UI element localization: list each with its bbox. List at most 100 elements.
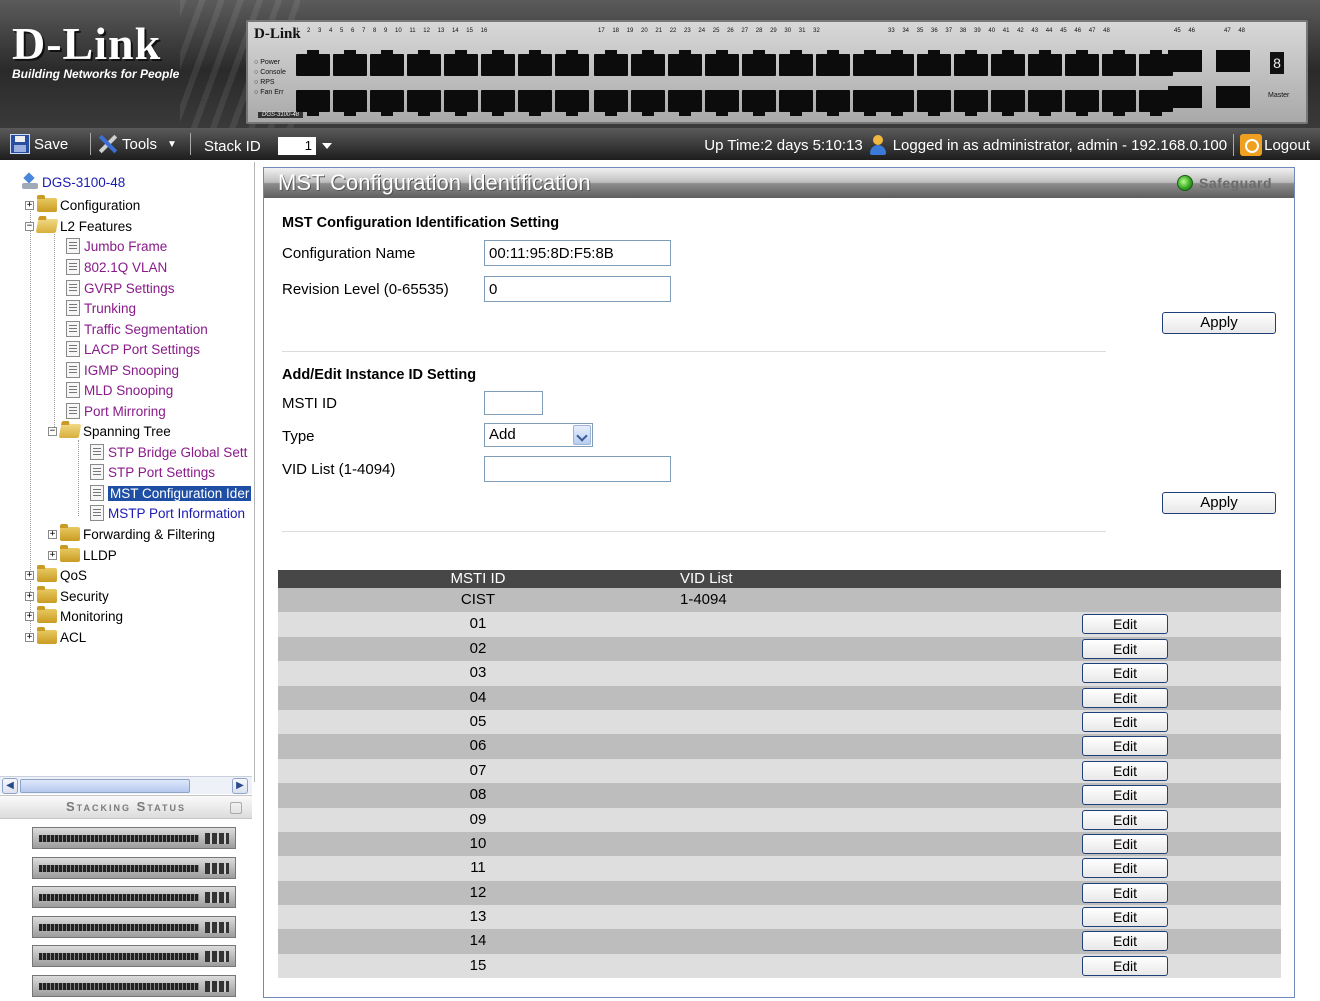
document-icon <box>66 321 80 337</box>
tree-item-stp-bridge-global[interactable]: STP Bridge Global Sett <box>90 442 247 462</box>
apply-instance-button[interactable]: Apply <box>1162 492 1276 514</box>
tree-item-igmp-snooping[interactable]: IGMP Snooping <box>66 360 179 380</box>
tools-icon <box>98 134 118 154</box>
tree-item-mstp-port-info[interactable]: MSTP Port Information <box>90 503 245 523</box>
port-jack <box>631 90 665 116</box>
expand-icon[interactable]: + <box>48 550 57 560</box>
chevron-down-icon[interactable] <box>573 425 591 445</box>
msti-id-input[interactable] <box>484 391 543 415</box>
folder-icon <box>37 195 57 212</box>
scroll-left-icon[interactable]: ◀ <box>2 778 18 794</box>
port-jack <box>1028 50 1062 76</box>
expand-icon[interactable]: + <box>25 570 34 580</box>
logout-button[interactable]: Logout <box>1240 134 1310 156</box>
scroll-right-icon[interactable]: ▶ <box>232 778 248 794</box>
tree-item-stp-port-settings[interactable]: STP Port Settings <box>90 462 215 482</box>
expand-icon[interactable]: + <box>25 591 34 601</box>
expand-icon[interactable]: + <box>25 611 34 621</box>
stack-unit[interactable] <box>32 886 236 908</box>
collapse-icon[interactable]: − <box>48 426 57 436</box>
tree-item-l2-features[interactable]: − L2 Features <box>25 216 132 236</box>
port-jack <box>481 50 515 76</box>
stack-unit[interactable] <box>32 827 236 849</box>
tree-item-mst-config-id[interactable]: MST Configuration Ider <box>90 483 252 503</box>
tree-item-security[interactable]: + Security <box>25 586 109 606</box>
vid-list-input[interactable] <box>484 456 671 482</box>
edit-button[interactable]: Edit <box>1082 833 1168 854</box>
refresh-icon[interactable] <box>230 802 242 814</box>
tree-item-acl[interactable]: + ACL <box>25 627 86 647</box>
led-rps: RPS <box>260 79 275 86</box>
expand-icon[interactable]: + <box>25 200 34 210</box>
expand-icon[interactable]: + <box>25 632 34 642</box>
uptime-text: Up Time:2 days 5:10:13 <box>704 136 863 154</box>
port-jack <box>631 50 665 76</box>
folder-icon <box>37 586 57 603</box>
tree-item-monitoring[interactable]: + Monitoring <box>25 606 123 626</box>
tree-item-gvrp[interactable]: GVRP Settings <box>66 278 175 298</box>
tree-item-traffic-segmentation[interactable]: Traffic Segmentation <box>66 319 208 339</box>
tree-label: IGMP Snooping <box>84 362 180 378</box>
port-jack <box>1065 50 1099 76</box>
tree-label: MLD Snooping <box>84 382 174 398</box>
tree-item-8021q-vlan[interactable]: 802.1Q VLAN <box>66 257 167 277</box>
stack-unit[interactable] <box>32 915 236 938</box>
tools-menu[interactable]: Tools ▼ <box>98 134 177 154</box>
tree-item-lldp[interactable]: + LLDP <box>48 545 117 565</box>
port-jack <box>816 50 850 76</box>
panel-brand: D-Link <box>254 26 301 42</box>
edit-button[interactable]: Edit <box>1082 760 1168 781</box>
toolbar: Save Tools ▼ Stack ID 1 Up Time:2 days 5… <box>0 128 1320 160</box>
type-select[interactable]: Add <box>484 423 593 447</box>
port-jack <box>816 90 850 116</box>
tree-label: MSTP Port Information <box>108 505 246 521</box>
tree-horizontal-scrollbar[interactable]: ◀ ▶ <box>0 776 252 794</box>
edit-button[interactable]: Edit <box>1082 809 1168 830</box>
collapse-icon[interactable]: − <box>25 221 34 231</box>
switch-icon <box>22 173 38 191</box>
tree-item-spanning-tree[interactable]: − Spanning Tree <box>48 421 171 441</box>
folder-icon <box>37 627 57 644</box>
save-button[interactable]: Save <box>10 134 68 154</box>
tree-item-jumbo-frame[interactable]: Jumbo Frame <box>66 236 167 256</box>
tree-item-forwarding-filtering[interactable]: + Forwarding & Filtering <box>48 524 215 544</box>
tree-item-lacp[interactable]: LACP Port Settings <box>66 339 200 359</box>
edit-button[interactable]: Edit <box>1082 931 1168 952</box>
stack-unit[interactable] <box>32 856 236 879</box>
tree-root[interactable]: DGS-3100-48 <box>22 172 125 192</box>
port-jack <box>407 90 441 116</box>
vid-list-label: VID List (1-4094) <box>282 461 396 478</box>
tree-item-port-mirroring[interactable]: Port Mirroring <box>66 401 166 421</box>
edit-button[interactable]: Edit <box>1082 955 1168 976</box>
tree-item-trunking[interactable]: Trunking <box>66 298 136 318</box>
edit-button[interactable]: Edit <box>1082 736 1168 757</box>
edit-button[interactable]: Edit <box>1082 638 1168 659</box>
tree-label: L2 Features <box>60 218 133 234</box>
stack-id-select[interactable]: 1 <box>278 136 338 156</box>
chevron-down-icon: ▼ <box>167 138 177 150</box>
combo-ports-a: 45 46 <box>1174 28 1196 34</box>
stack-unit[interactable] <box>32 974 236 997</box>
config-name-input[interactable] <box>484 240 671 266</box>
stack-unit[interactable] <box>32 945 236 967</box>
dlink-logo: D-Link Building Networks for People <box>12 21 202 82</box>
msti-id-label: MSTI ID <box>282 395 337 412</box>
folder-icon <box>37 606 57 623</box>
tree-item-configuration[interactable]: + Configuration <box>25 195 140 215</box>
edit-button[interactable]: Edit <box>1082 858 1168 879</box>
apply-button[interactable]: Apply <box>1162 312 1276 334</box>
edit-button[interactable]: Edit <box>1082 907 1168 928</box>
tree-label: Trunking <box>84 300 137 316</box>
tree-item-mld-snooping[interactable]: MLD Snooping <box>66 380 173 400</box>
edit-button[interactable]: Edit <box>1082 785 1168 806</box>
edit-button[interactable]: Edit <box>1082 882 1168 903</box>
expand-icon[interactable]: + <box>48 529 57 539</box>
edit-button[interactable]: Edit <box>1082 614 1168 635</box>
tree-item-qos[interactable]: + QoS <box>25 565 87 585</box>
edit-button[interactable]: Edit <box>1082 687 1168 708</box>
panel-leds: ○ Power ○ Console ○ RPS ○ Fan Err <box>254 59 286 96</box>
revision-level-input[interactable] <box>484 276 671 302</box>
edit-button[interactable]: Edit <box>1082 711 1168 732</box>
edit-button[interactable]: Edit <box>1082 663 1168 684</box>
scroll-thumb[interactable] <box>20 779 190 793</box>
